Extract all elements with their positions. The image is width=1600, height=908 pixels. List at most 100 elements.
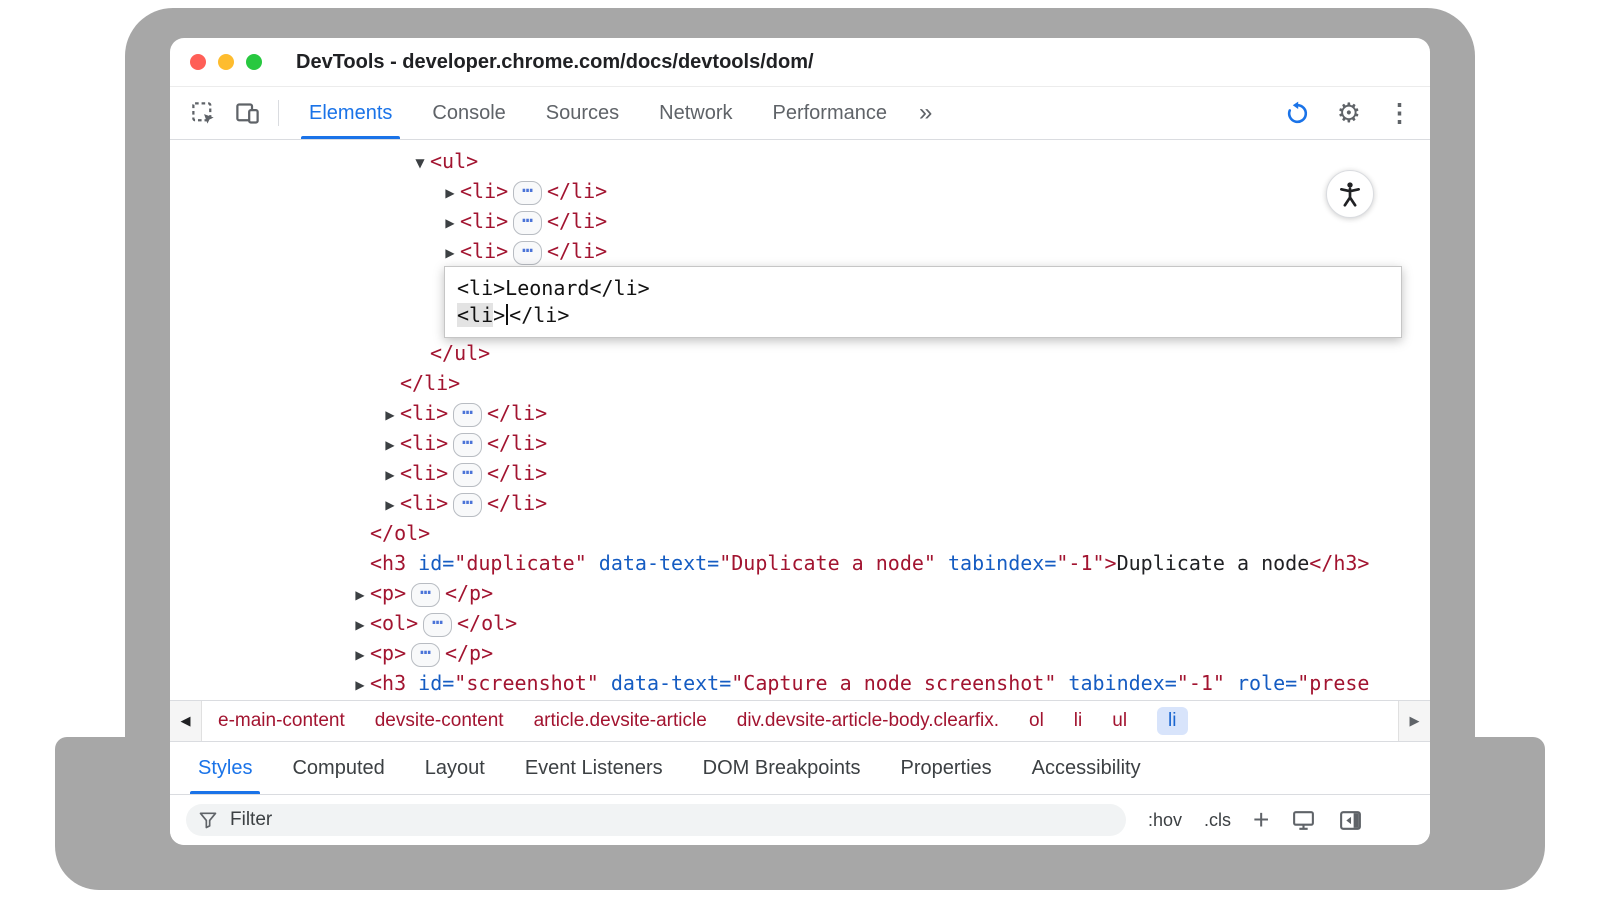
- new-style-rule-button[interactable]: +: [1253, 806, 1269, 834]
- code-token: id=: [406, 551, 454, 575]
- autocomplete-selection: <li: [457, 303, 493, 327]
- code-token: </li>: [547, 239, 607, 263]
- ellipsis-expand-button[interactable]: …: [513, 241, 542, 265]
- tab-console[interactable]: Console: [412, 87, 525, 139]
- accessibility-button[interactable]: [1326, 170, 1374, 218]
- expand-arrow-icon[interactable]: ▶: [350, 580, 370, 610]
- breadcrumb-item-selected[interactable]: li: [1157, 707, 1187, 735]
- minimize-window-button[interactable]: [218, 54, 234, 70]
- breadcrumb-item[interactable]: li: [1074, 710, 1082, 732]
- panel-tabs: Elements Console Sources Network Perform…: [289, 87, 944, 139]
- expand-arrow-icon[interactable]: ▶: [440, 238, 460, 268]
- expand-arrow-icon[interactable]: ▶: [380, 460, 400, 490]
- breadcrumb-scroll-right-button[interactable]: ▶: [1398, 701, 1430, 741]
- expand-arrow-icon[interactable]: ▶: [350, 640, 370, 670]
- code-token: </ol>: [457, 611, 517, 635]
- filter-input[interactable]: [228, 808, 1114, 832]
- tab-accessibility[interactable]: Accessibility: [1012, 742, 1161, 794]
- expand-arrow-icon[interactable]: ▶: [440, 208, 460, 238]
- tab-sources[interactable]: Sources: [526, 87, 639, 139]
- breadcrumb-scroll-left-button[interactable]: ◀: [170, 701, 202, 741]
- breadcrumb-item[interactable]: e-main-content: [218, 710, 345, 732]
- expand-arrow-icon[interactable]: ▶: [350, 670, 370, 700]
- breadcrumb-item[interactable]: devsite-content: [375, 710, 504, 732]
- dom-tree-line[interactable]: ▶<li>…</li>: [170, 206, 1430, 236]
- element-classes-button[interactable]: .cls: [1204, 810, 1231, 831]
- filter-input-pill[interactable]: [186, 804, 1126, 836]
- expand-arrow-icon[interactable]: ▶: [440, 178, 460, 208]
- code-token: </h3>: [1309, 551, 1369, 575]
- close-window-button[interactable]: [190, 54, 206, 70]
- inspect-element-icon[interactable]: [188, 98, 218, 128]
- code-token: <li>: [400, 491, 448, 515]
- device-toolbar-icon[interactable]: [232, 98, 262, 128]
- tab-layout[interactable]: Layout: [405, 742, 505, 794]
- dom-tree-line[interactable]: ▶<li>Leonard</li><li></li>: [170, 266, 1430, 338]
- code-token: data-text=: [599, 671, 731, 695]
- overflow-menu-icon[interactable]: ⋮: [1387, 101, 1412, 126]
- dom-tree-line[interactable]: ▶<h3 id="screenshot" data-text="Capture …: [170, 668, 1430, 698]
- more-tabs-icon[interactable]: »: [907, 87, 944, 139]
- styles-filter-bar: :hov .cls +: [170, 794, 1430, 845]
- code-token: "-1": [1056, 551, 1104, 575]
- tab-event-listeners[interactable]: Event Listeners: [505, 742, 683, 794]
- code-token: </li>: [547, 209, 607, 233]
- expand-arrow-icon[interactable]: ▶: [380, 400, 400, 430]
- code-token: id=: [406, 671, 454, 695]
- collapse-arrow-icon[interactable]: ▼: [410, 148, 430, 178]
- breadcrumb-item[interactable]: ul: [1112, 710, 1127, 732]
- ellipsis-expand-button[interactable]: …: [453, 463, 482, 487]
- tab-dom-breakpoints[interactable]: DOM Breakpoints: [683, 742, 881, 794]
- dom-tree-line[interactable]: ▶<li>…</li>: [170, 488, 1430, 518]
- dom-tree-line[interactable]: </ul>: [170, 338, 1430, 368]
- ellipsis-expand-button[interactable]: …: [411, 643, 440, 667]
- expand-arrow-icon[interactable]: ▶: [350, 610, 370, 640]
- zoom-window-button[interactable]: [246, 54, 262, 70]
- sync-icon[interactable]: [1284, 100, 1311, 127]
- code-token: </li>: [400, 371, 460, 395]
- expand-arrow-icon[interactable]: ▶: [380, 490, 400, 520]
- dom-tree-line[interactable]: ▶<li>…</li>: [170, 176, 1430, 206]
- dom-tree-line[interactable]: ▼<ul>: [170, 146, 1430, 176]
- tab-elements[interactable]: Elements: [289, 87, 412, 139]
- expand-arrow-icon[interactable]: ▶: [380, 430, 400, 460]
- dom-tree-line[interactable]: ▶<p>…</p>: [170, 638, 1430, 668]
- code-token: "duplicate": [454, 551, 586, 575]
- dom-tree-line[interactable]: ▶<li>…</li>: [170, 428, 1430, 458]
- tab-performance[interactable]: Performance: [753, 87, 908, 139]
- ellipsis-expand-button[interactable]: …: [513, 211, 542, 235]
- toggle-element-state-button[interactable]: :hov: [1148, 810, 1182, 831]
- dom-tree-line[interactable]: ▶<li>…</li>: [170, 236, 1430, 266]
- code-token: <li>: [400, 431, 448, 455]
- ellipsis-expand-button[interactable]: …: [453, 493, 482, 517]
- ellipsis-expand-button[interactable]: …: [513, 181, 542, 205]
- ellipsis-expand-button[interactable]: …: [411, 583, 440, 607]
- ellipsis-expand-button[interactable]: …: [453, 433, 482, 457]
- ellipsis-expand-button[interactable]: …: [423, 613, 452, 637]
- dom-tree-line[interactable]: ▶<ol>…</ol>: [170, 608, 1430, 638]
- sidebar-panel-tabs: Styles Computed Layout Event Listeners D…: [170, 741, 1430, 794]
- inline-edit-box[interactable]: <li>Leonard</li><li></li>: [444, 266, 1402, 338]
- rendering-emulations-button[interactable]: [1291, 808, 1316, 833]
- dom-tree-line[interactable]: ▶<li>…</li>: [170, 458, 1430, 488]
- dom-tree-line[interactable]: ▶<li>…</li>: [170, 398, 1430, 428]
- dom-tree-line[interactable]: </li>: [170, 368, 1430, 398]
- devtools-window: DevTools - developer.chrome.com/docs/dev…: [170, 38, 1430, 845]
- tab-styles[interactable]: Styles: [178, 742, 272, 794]
- dom-tree-line[interactable]: <h3 id="duplicate" data-text="Duplicate …: [170, 548, 1430, 578]
- code-token: </p>: [445, 581, 493, 605]
- settings-gear-icon[interactable]: ⚙: [1337, 100, 1361, 127]
- breadcrumb-item[interactable]: div.devsite-article-body.clearfix.: [737, 710, 999, 732]
- dom-tree-line[interactable]: ▶<p>…</p>: [170, 578, 1430, 608]
- ellipsis-expand-button[interactable]: …: [453, 403, 482, 427]
- breadcrumb-item[interactable]: article.devsite-article: [534, 710, 707, 732]
- tab-computed[interactable]: Computed: [272, 742, 404, 794]
- breadcrumb-item[interactable]: ol: [1029, 710, 1044, 732]
- dom-tree-line[interactable]: </ol>: [170, 518, 1430, 548]
- toggle-sidebar-button[interactable]: [1338, 808, 1363, 833]
- code-token: "screenshot": [454, 671, 599, 695]
- tab-properties[interactable]: Properties: [881, 742, 1012, 794]
- code-token: <li>: [400, 461, 448, 485]
- tab-network[interactable]: Network: [639, 87, 752, 139]
- code-token: tabindex=: [1056, 671, 1176, 695]
